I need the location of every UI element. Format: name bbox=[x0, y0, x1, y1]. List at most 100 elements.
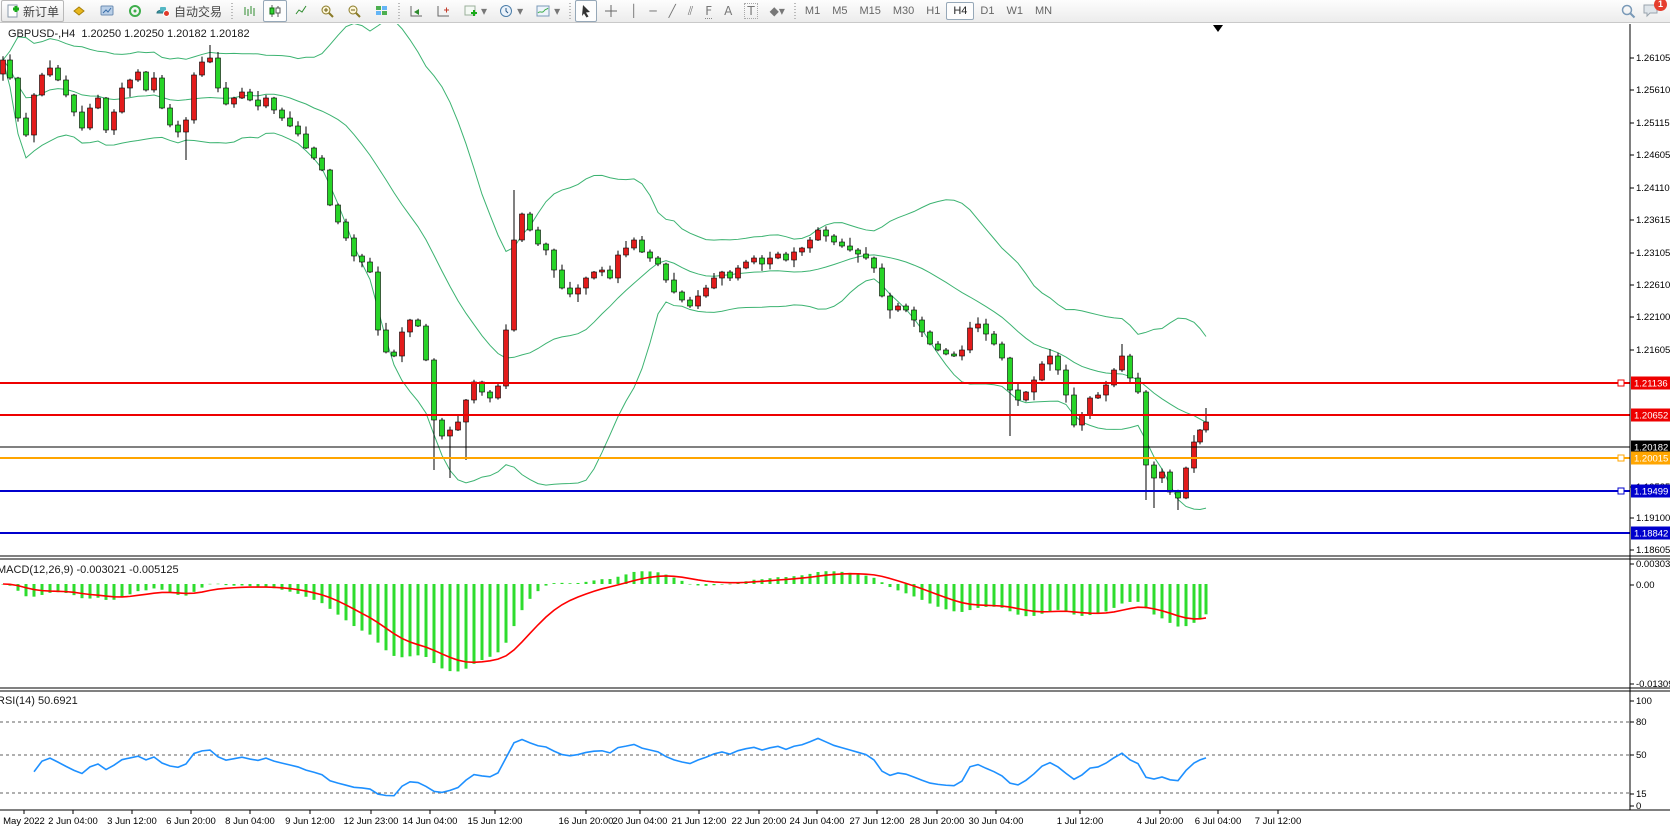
candle-body bbox=[1072, 395, 1077, 425]
autotrading-button[interactable]: 自动交易 bbox=[150, 0, 227, 22]
candle-body bbox=[1120, 356, 1125, 370]
text-button[interactable]: A bbox=[719, 0, 737, 22]
hline-handle[interactable] bbox=[1618, 455, 1624, 461]
candle-body bbox=[104, 98, 109, 130]
vertical-line-button[interactable]: │ bbox=[625, 0, 642, 22]
macd-histogram-bar bbox=[985, 584, 988, 607]
time-tick-label: 30 Jun 04:00 bbox=[969, 816, 1024, 827]
label-icon: T bbox=[744, 3, 757, 19]
macd-histogram-bar bbox=[1057, 584, 1060, 610]
macd-histogram-bar bbox=[721, 584, 724, 585]
candle-body bbox=[392, 352, 397, 356]
timeframe-h4[interactable]: H4 bbox=[946, 2, 974, 20]
candlestick-chart-icon bbox=[268, 4, 282, 18]
shapes-dropdown-button[interactable]: ◆▾ bbox=[765, 0, 790, 22]
time-tick-label: 14 Jun 04:00 bbox=[403, 816, 458, 827]
candle-body bbox=[856, 250, 861, 254]
candle-body bbox=[944, 350, 949, 354]
timeframe-h1[interactable]: H1 bbox=[920, 3, 946, 19]
macd-histogram-bar bbox=[161, 584, 164, 590]
time-tick-label: 1 Jul 12:00 bbox=[1057, 816, 1103, 827]
rsi-tick-label: 15 bbox=[1636, 789, 1647, 800]
channel-button[interactable]: ⫽ bbox=[683, 0, 698, 22]
candle-body bbox=[512, 240, 517, 330]
candle-body bbox=[144, 72, 149, 90]
timeframe-d1[interactable]: D1 bbox=[974, 3, 1000, 19]
macd-histogram-bar bbox=[457, 584, 460, 671]
candle-body bbox=[304, 134, 309, 148]
chart-shift-button[interactable] bbox=[431, 0, 456, 22]
macd-histogram-bar bbox=[1161, 584, 1164, 618]
tile-windows-button[interactable] bbox=[369, 0, 394, 22]
signals-button[interactable] bbox=[122, 0, 148, 22]
candles bbox=[1, 45, 1209, 510]
trendline-button[interactable]: ╱ bbox=[664, 0, 681, 22]
candle-body bbox=[320, 158, 325, 170]
macd-histogram-bar bbox=[1113, 584, 1116, 608]
timeframe-m5[interactable]: M5 bbox=[826, 3, 853, 19]
candle-body bbox=[336, 205, 341, 222]
macd-histogram-bar bbox=[401, 584, 404, 657]
candle-body bbox=[720, 272, 725, 278]
periods-button[interactable]: ▾ bbox=[494, 0, 528, 22]
macd-histogram-bar bbox=[1205, 584, 1208, 614]
timeframe-w1[interactable]: W1 bbox=[1000, 3, 1029, 19]
timeframe-m1[interactable]: M1 bbox=[799, 3, 826, 19]
price-tick-label: 1.22610 bbox=[1636, 280, 1670, 291]
metaeditor-button[interactable] bbox=[94, 0, 120, 22]
candle-body bbox=[1048, 356, 1053, 364]
candle-body bbox=[432, 360, 437, 420]
templates-button[interactable]: ▾ bbox=[530, 0, 565, 22]
candle-body bbox=[1136, 378, 1141, 392]
macd-histogram-bar bbox=[1017, 584, 1020, 615]
gold-panel-button[interactable] bbox=[66, 0, 92, 22]
macd-histogram-bar bbox=[521, 584, 524, 610]
zoom-out-button[interactable] bbox=[342, 0, 367, 22]
timeframe-m30[interactable]: M30 bbox=[887, 3, 920, 19]
new-order-button[interactable]: 新订单 bbox=[1, 0, 64, 22]
macd-histogram-bar bbox=[481, 584, 484, 660]
auto-scroll-button[interactable] bbox=[404, 0, 429, 22]
macd-histogram-bar bbox=[969, 584, 972, 610]
macd-histogram-bar bbox=[921, 584, 924, 600]
fibonacci-button[interactable]: F bbox=[700, 0, 717, 22]
last-bar-marker[interactable] bbox=[1213, 25, 1223, 32]
macd-histogram-bar bbox=[73, 584, 76, 595]
crosshair-button[interactable] bbox=[599, 0, 623, 22]
timeframe-m15[interactable]: M15 bbox=[853, 3, 886, 19]
label-button[interactable]: T bbox=[739, 0, 762, 22]
macd-histogram-bar bbox=[897, 584, 900, 590]
hline-handle[interactable] bbox=[1618, 380, 1624, 386]
hline-handle[interactable] bbox=[1618, 488, 1624, 494]
indicators-button[interactable]: ▾ bbox=[458, 0, 492, 22]
macd-histogram-bar bbox=[393, 584, 396, 656]
macd-histogram-bar bbox=[713, 584, 716, 585]
macd-histogram-bar bbox=[329, 584, 332, 609]
cursor-button[interactable] bbox=[575, 0, 597, 22]
candle-body bbox=[848, 246, 853, 250]
notifications-button[interactable]: 1 bbox=[1642, 2, 1660, 21]
chart-canvas[interactable]: 1.261051.256101.251151.246051.241101.236… bbox=[0, 0, 1670, 829]
gold-panel-icon bbox=[71, 4, 87, 18]
line-chart-icon bbox=[294, 4, 308, 18]
line-chart-button[interactable] bbox=[289, 0, 313, 22]
candle-body bbox=[728, 272, 733, 278]
candle-body bbox=[1056, 356, 1061, 370]
horizontal-line-button[interactable]: ─ bbox=[644, 0, 661, 22]
timeframe-mn[interactable]: MN bbox=[1029, 3, 1058, 19]
macd-histogram-bar bbox=[825, 571, 828, 584]
candle-body bbox=[880, 268, 885, 296]
price-tick-label: 1.19100 bbox=[1636, 513, 1670, 524]
macd-histogram-bar bbox=[497, 584, 500, 652]
candle-body bbox=[528, 214, 533, 230]
macd-histogram-bar bbox=[569, 583, 572, 584]
price-badge-1.19499: 1.19499 bbox=[1631, 485, 1670, 498]
new-order-label: 新订单 bbox=[23, 3, 59, 20]
candlestick-chart-button[interactable] bbox=[263, 0, 287, 22]
bar-chart-button[interactable] bbox=[237, 0, 261, 22]
candle-body bbox=[808, 240, 813, 248]
macd-histogram-bar bbox=[1193, 584, 1196, 623]
search-button[interactable] bbox=[1615, 0, 1641, 22]
zoom-in-button[interactable] bbox=[315, 0, 340, 22]
candle-body bbox=[296, 126, 301, 134]
